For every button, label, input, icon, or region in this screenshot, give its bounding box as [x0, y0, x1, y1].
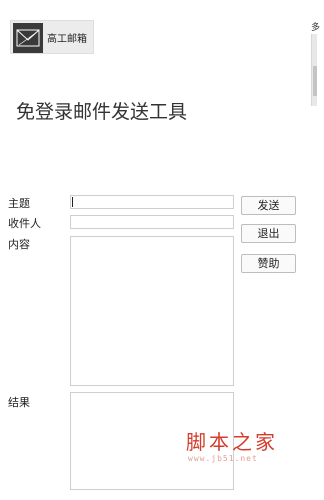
window-frame [0, 0, 6, 500]
watermark: 脚本之家 www.jb51.net [186, 426, 296, 466]
content-textarea[interactable] [70, 236, 234, 386]
recipient-label: 收件人 [8, 217, 41, 230]
logo: 高工邮箱 [10, 20, 94, 54]
subject-input[interactable] [70, 195, 234, 209]
page-title: 免登录邮件发送工具 [16, 101, 188, 123]
content-label: 内容 [8, 238, 30, 251]
watermark-url: www.jb51.net [188, 454, 258, 463]
watermark-text: 脚本之家 [186, 430, 278, 454]
send-button[interactable]: 发送 [241, 196, 296, 215]
side-panel-char: 多 [311, 23, 321, 33]
result-label: 结果 [8, 396, 30, 409]
donate-button[interactable]: 赞助 [241, 254, 296, 273]
recipient-input[interactable] [70, 215, 234, 229]
exit-button[interactable]: 退出 [241, 224, 296, 243]
scrollbar[interactable] [311, 34, 317, 106]
subject-label: 主题 [8, 197, 30, 210]
envelope-icon [13, 23, 43, 53]
scrollbar-thumb[interactable] [313, 66, 317, 96]
logo-text: 高工邮箱 [47, 34, 87, 45]
app-window: 高工邮箱 免登录邮件发送工具 主题 收件人 内容 结果 发送 退出 赞助 多 脚… [0, 0, 324, 500]
text-caret [72, 197, 73, 207]
